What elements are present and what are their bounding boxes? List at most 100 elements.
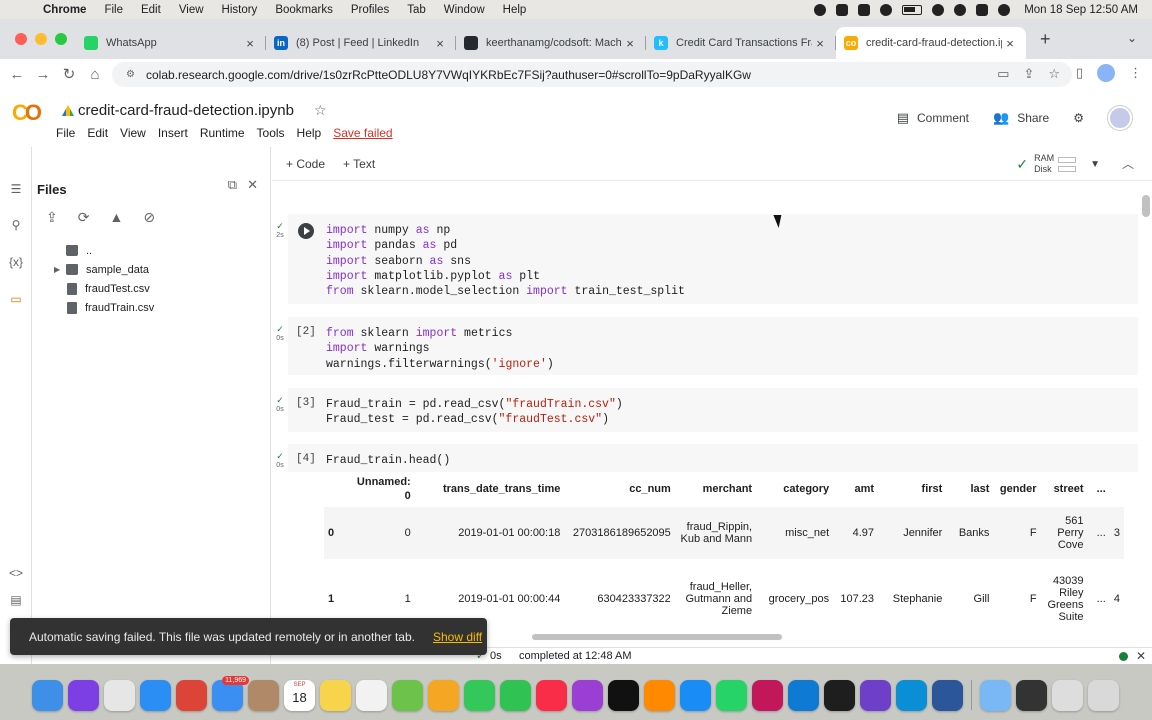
vectorize-icon[interactable] — [752, 679, 783, 711]
close-icon[interactable]: × — [622, 36, 638, 51]
colab-logo[interactable]: CO — [12, 100, 48, 126]
search-icon[interactable] — [954, 3, 967, 16]
home-icon[interactable]: ⌂ — [82, 66, 108, 83]
menu-clock[interactable]: Mon 18 Sep 12:50 AM — [1024, 4, 1138, 16]
save-failed-link[interactable]: Save failed — [333, 126, 392, 140]
install-app-icon[interactable]: ▭ — [997, 66, 1009, 82]
mount-drive-icon[interactable]: ▲ — [109, 209, 123, 226]
siri-status-icon[interactable] — [998, 3, 1011, 16]
file-tree-item[interactable]: fraudTrain.csv — [32, 298, 271, 317]
podcasts-icon[interactable] — [572, 679, 603, 711]
zoom-window-button[interactable] — [55, 33, 67, 45]
tab-linkedin[interactable]: in (8) Post | Feed | LinkedIn × — [266, 27, 456, 59]
cell-code[interactable]: import numpy as np import pandas as pd i… — [326, 223, 685, 299]
photos-icon[interactable] — [428, 679, 459, 711]
calendar-icon[interactable]: SEP 18 — [284, 679, 315, 711]
resources-indicator[interactable]: ✓ RAM Disk ▼ — [1016, 153, 1100, 175]
tab-github[interactable]: keerthanamg/codsoft: Machine × — [456, 27, 646, 59]
menu-edit[interactable]: Edit — [132, 4, 170, 16]
menu-view[interactable]: View — [170, 4, 213, 16]
menu-app-name[interactable]: Chrome — [34, 4, 95, 16]
nb-menu-tools[interactable]: Tools — [257, 126, 285, 140]
file-tree-item[interactable]: fraudTest.csv — [32, 279, 271, 298]
close-icon[interactable]: × — [432, 36, 448, 51]
menu-profiles[interactable]: Profiles — [342, 4, 398, 16]
whatsapp-icon[interactable] — [716, 679, 747, 711]
code-cell[interactable]: ✓ 2s import numpy as np import pandas as … — [276, 214, 1138, 304]
add-code-button[interactable]: + Code — [286, 157, 325, 171]
run-cell-button[interactable] — [298, 223, 314, 239]
mail-icon[interactable]: 11,969 — [212, 675, 249, 711]
nb-menu-runtime[interactable]: Runtime — [200, 126, 245, 140]
launchpad-icon[interactable] — [104, 679, 135, 711]
comment-button[interactable]: ▤ Comment — [897, 110, 969, 126]
variables-icon[interactable]: {x} — [8, 255, 24, 269]
chevron-up-icon[interactable]: ︿ — [1122, 155, 1134, 172]
menu-tab[interactable]: Tab — [398, 4, 435, 16]
battery-icon[interactable] — [902, 4, 923, 15]
nb-menu-view[interactable]: View — [120, 126, 146, 140]
finder-icon[interactable] — [32, 679, 63, 711]
forward-icon[interactable]: → — [30, 66, 56, 83]
chevron-right-icon[interactable]: ▶ — [54, 265, 66, 274]
chrome-icon[interactable] — [176, 679, 207, 711]
messages-icon[interactable] — [464, 679, 495, 711]
new-tab-button[interactable]: + — [1040, 29, 1051, 50]
close-icon[interactable]: × — [242, 36, 258, 51]
books-icon[interactable] — [644, 679, 675, 711]
menu-bookmarks[interactable]: Bookmarks — [266, 4, 342, 16]
vectorize-status-icon[interactable] — [858, 3, 871, 16]
tab-colab-notebook[interactable]: co credit-card-fraud-detection.ipynb × — [836, 27, 1026, 59]
appstore-icon[interactable] — [680, 679, 711, 711]
location-icon[interactable] — [836, 3, 849, 16]
nb-menu-file[interactable]: File — [56, 126, 75, 140]
tab-search-icon[interactable]: ⌄ — [1127, 31, 1137, 45]
preview-icon[interactable] — [1052, 679, 1083, 711]
notes-icon[interactable] — [320, 679, 351, 711]
show-diff-link[interactable]: Show diff — [433, 630, 482, 644]
close-icon[interactable]: ✕ — [247, 177, 258, 193]
tab-whatsapp[interactable]: WhatsApp × — [76, 27, 266, 59]
siri-icon[interactable] — [68, 679, 99, 711]
chrome-menu-icon[interactable]: ⋮ — [1129, 65, 1142, 81]
reminders-icon[interactable] — [356, 679, 387, 711]
terminal-icon[interactable] — [824, 679, 855, 711]
upload-file-icon[interactable]: ⇪ — [46, 209, 58, 226]
screen-icon[interactable] — [1016, 679, 1047, 711]
contacts-icon[interactable] — [248, 679, 279, 711]
control-center-icon[interactable] — [976, 3, 989, 16]
menu-history[interactable]: History — [213, 4, 267, 16]
address-bar[interactable]: ⚙ colab.research.google.com/drive/1s0zrR… — [112, 62, 1072, 87]
star-icon[interactable]: ☆ — [314, 102, 327, 119]
menu-window[interactable]: Window — [435, 4, 494, 16]
nb-menu-insert[interactable]: Insert — [158, 126, 188, 140]
close-icon[interactable]: × — [812, 36, 828, 51]
cell-code[interactable]: Fraud_train = pd.read_csv("fraudTrain.cs… — [326, 397, 623, 428]
share-page-icon[interactable]: ⇪ — [1023, 66, 1034, 82]
file-tree-item[interactable]: ▶ sample_data — [32, 260, 271, 279]
notebook-title[interactable]: credit-card-fraud-detection.ipynb — [62, 102, 294, 119]
word-icon[interactable] — [932, 679, 963, 711]
cell-code[interactable]: from sklearn import metrics import warni… — [326, 326, 554, 372]
files-folder-icon[interactable]: ▭ — [8, 292, 24, 306]
cell-code[interactable]: Fraud_train.head() — [326, 453, 450, 468]
record-icon[interactable] — [814, 3, 827, 16]
account-avatar[interactable] — [1108, 106, 1132, 130]
close-icon[interactable]: ✕ — [1136, 649, 1146, 663]
menu-file[interactable]: File — [95, 4, 132, 16]
chevron-down-icon[interactable]: ▼ — [1090, 159, 1100, 170]
horizontal-scrollbar[interactable] — [532, 634, 782, 640]
trash-icon[interactable] — [1088, 679, 1119, 711]
code-snippets-icon[interactable]: <> — [8, 566, 24, 580]
github-desktop-icon[interactable] — [860, 679, 891, 711]
command-palette-icon[interactable]: ▤ — [8, 593, 24, 607]
back-icon[interactable]: ← — [4, 66, 30, 83]
reload-icon[interactable]: ↻ — [56, 65, 82, 83]
nb-menu-edit[interactable]: Edit — [87, 126, 108, 140]
safari-icon[interactable] — [140, 679, 171, 711]
open-in-tab-icon[interactable]: ⧉ — [228, 177, 237, 193]
tab-kaggle[interactable]: k Credit Card Transactions Fraud × — [646, 27, 836, 59]
hide-files-icon[interactable]: ⊘ — [143, 209, 155, 226]
music-icon[interactable] — [536, 679, 567, 711]
vscode-icon[interactable] — [788, 679, 819, 711]
